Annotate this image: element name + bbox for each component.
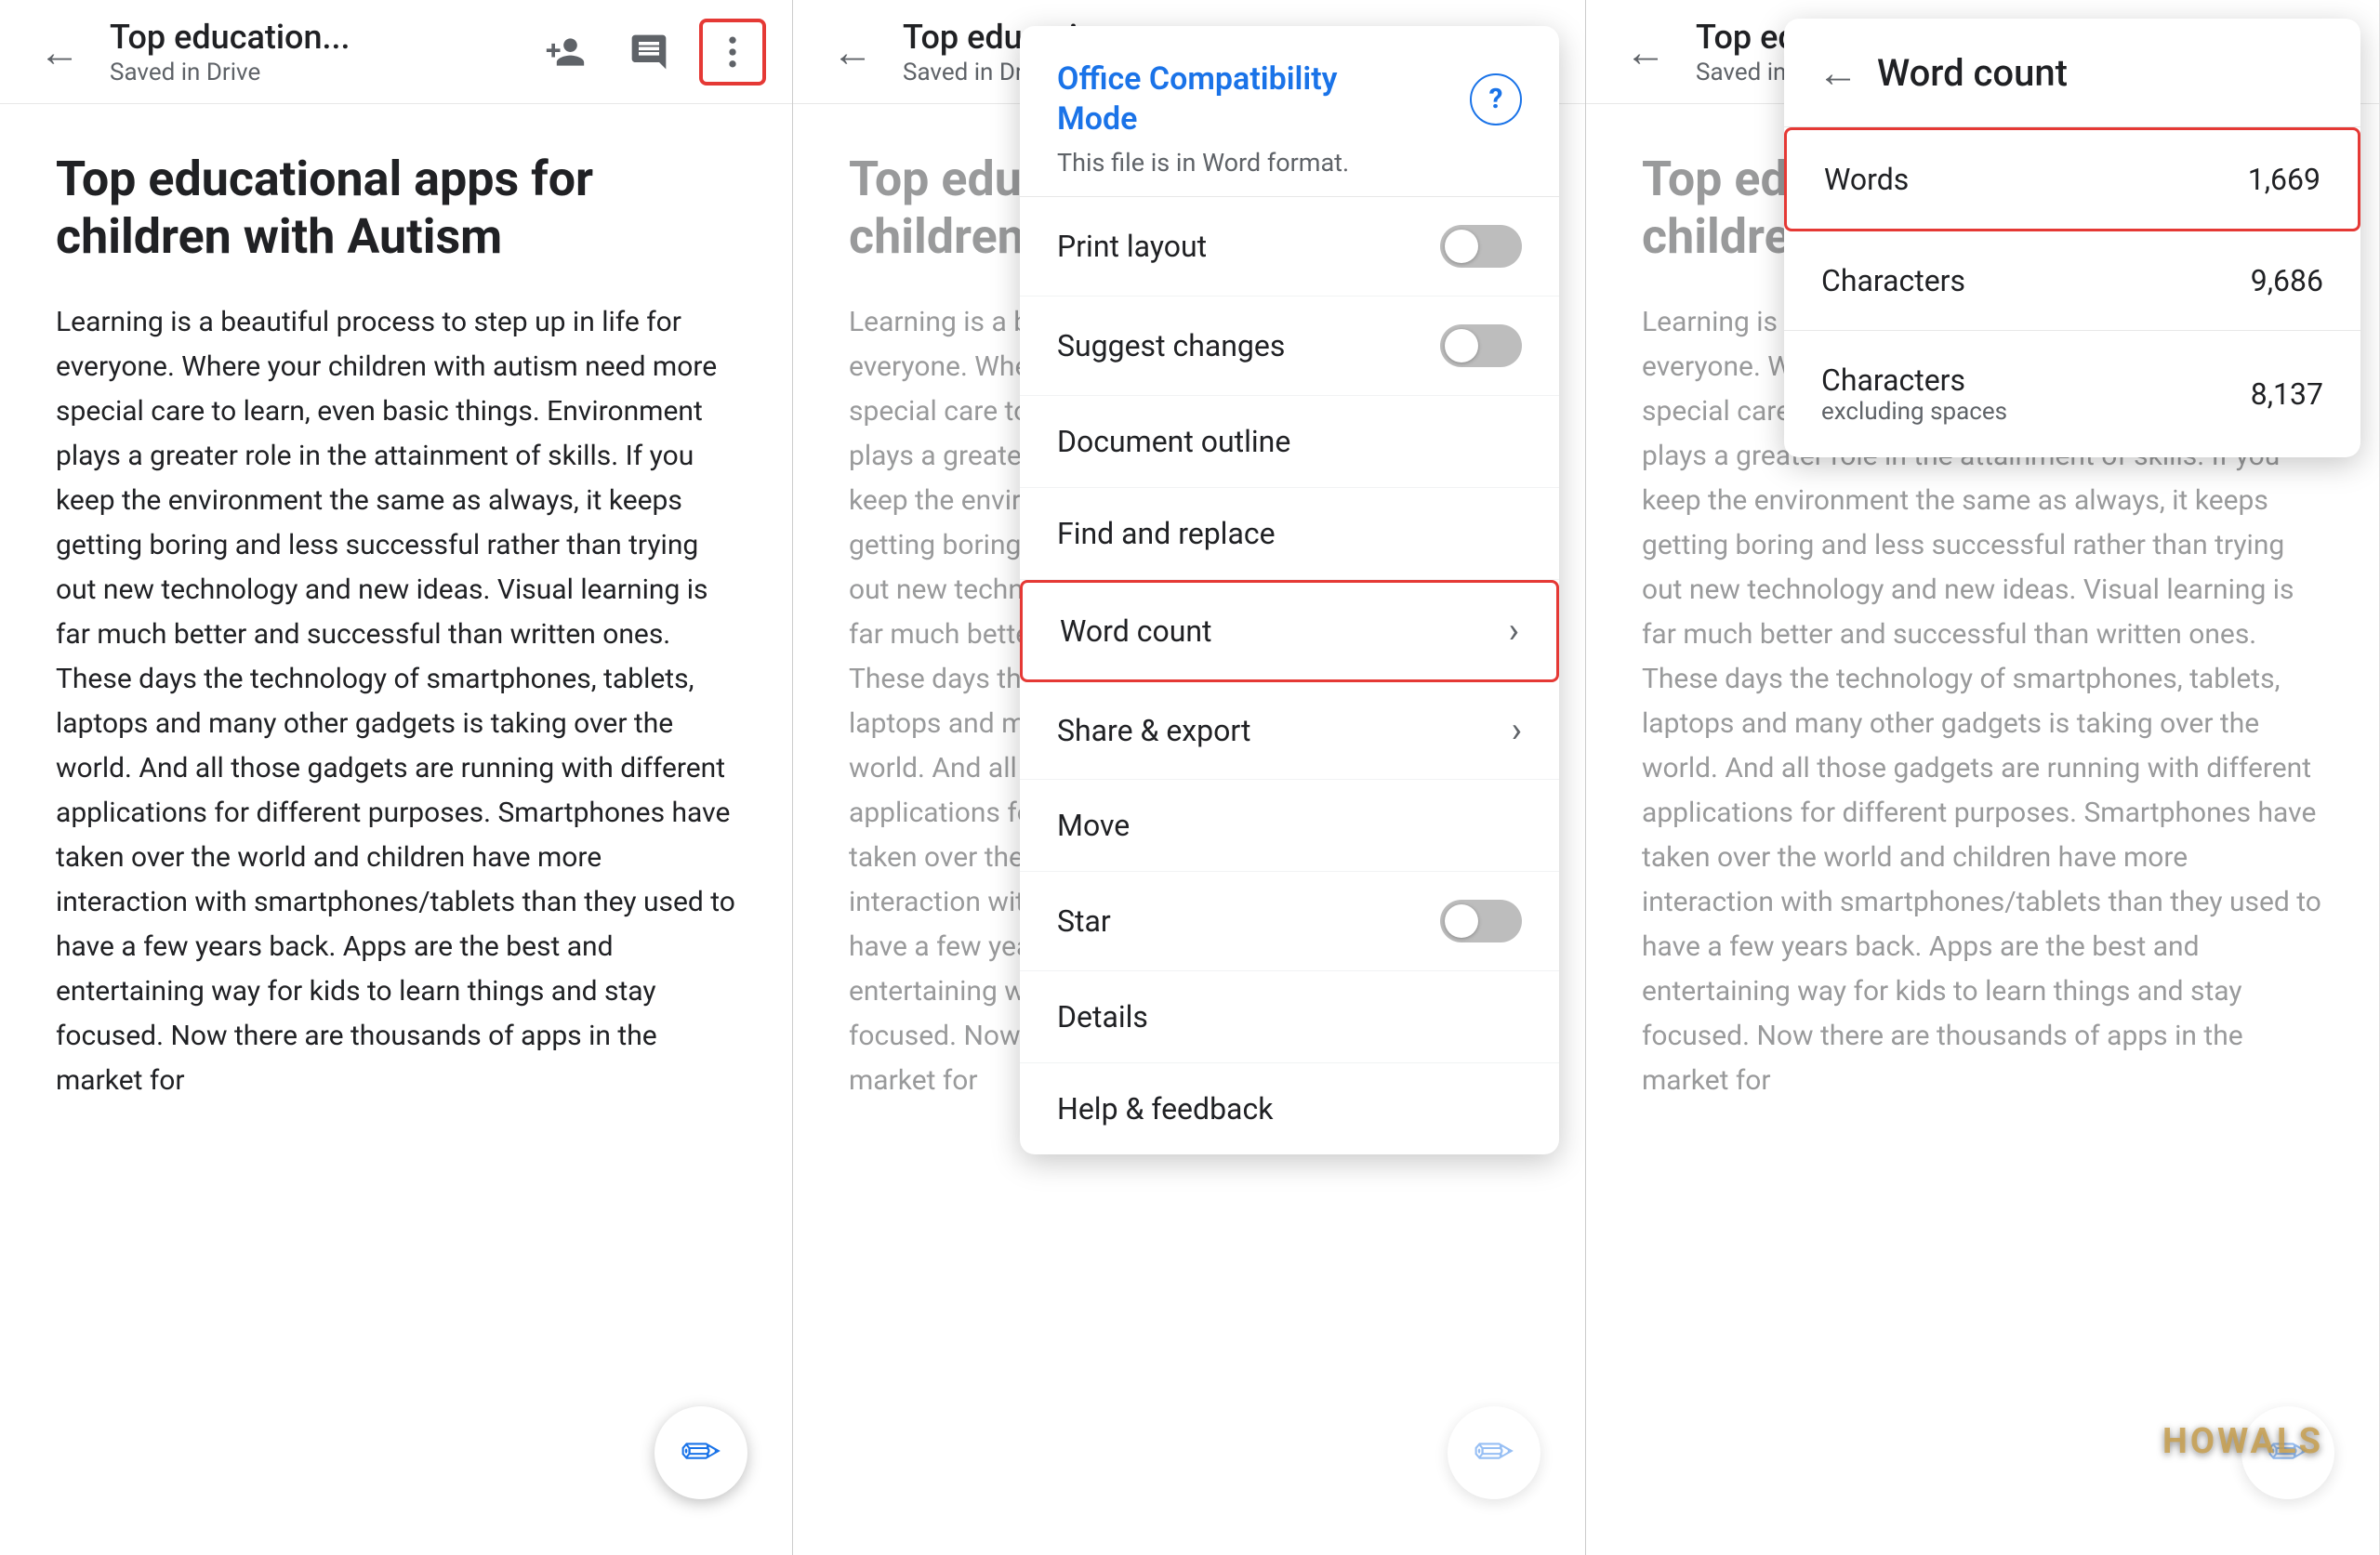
menu-item-label-share-export: Share & export	[1057, 713, 1250, 748]
menu-item-label-word-count: Word count	[1060, 613, 1211, 649]
menu-item-label-details: Details	[1057, 999, 1148, 1034]
menu-header-top: Office CompatibilityMode ?	[1057, 59, 1522, 138]
menu-item-print-layout[interactable]: Print layout	[1020, 197, 1559, 297]
menu-item-help-feedback[interactable]: Help & feedback	[1020, 1063, 1559, 1154]
menu-item-label-help-feedback: Help & feedback	[1057, 1091, 1273, 1127]
fab-edit-3[interactable]: ✏	[2241, 1406, 2334, 1499]
panel-1: ← Top education... Saved in Drive Top ed…	[0, 0, 793, 1555]
wc-header: ← Word count	[1784, 19, 2360, 127]
menu-item-label-print-layout: Print layout	[1057, 229, 1207, 264]
menu-item-details[interactable]: Details	[1020, 971, 1559, 1063]
back-button-1[interactable]: ←	[26, 19, 93, 86]
back-button-3[interactable]: ←	[1612, 19, 1679, 86]
wc-label-words: Words	[1824, 162, 1909, 197]
menu-item-label-move: Move	[1057, 808, 1130, 843]
top-bar-icons-1	[532, 19, 766, 86]
title-block-1: Top education... Saved in Drive	[110, 18, 515, 86]
menu-header-title: Office CompatibilityMode	[1057, 59, 1338, 138]
top-bar-1: ← Top education... Saved in Drive	[0, 0, 792, 104]
back-button-2[interactable]: ←	[819, 19, 886, 86]
wc-title: Word count	[1877, 51, 2068, 95]
wc-sublabel-excluding-spaces: excluding spaces	[1821, 398, 2007, 426]
wc-label-words-text: Words	[1824, 162, 1909, 197]
toggle-knob-suggest	[1445, 329, 1478, 362]
word-count-panel: ← Word count Words 1,669 Characters 9,68…	[1784, 19, 2360, 457]
wc-row-words: Words 1,669	[1784, 127, 2360, 231]
menu-item-label-find-replace: Find and replace	[1057, 516, 1276, 551]
toggle-knob-star	[1445, 904, 1478, 938]
fab-edit-1[interactable]: ✏	[654, 1406, 747, 1499]
doc-subtitle-1: Saved in Drive	[110, 59, 515, 86]
wc-back-button[interactable]: ←	[1818, 48, 1858, 97]
menu-item-label-document-outline: Document outline	[1057, 424, 1290, 459]
menu-header-desc: This file is in Word format.	[1057, 148, 1522, 178]
menu-item-word-count[interactable]: Word count ›	[1020, 580, 1559, 682]
chevron-right-icon-word-count: ›	[1509, 611, 1519, 652]
doc-body-1: Learning is a beautiful process to step …	[56, 300, 736, 1103]
doc-main-title-1: Top educational apps for children with A…	[56, 151, 736, 267]
menu-item-find-replace[interactable]: Find and replace	[1020, 488, 1559, 580]
wc-row-characters: Characters 9,686	[1784, 231, 2360, 331]
wc-value-characters-nospace: 8,137	[2251, 376, 2323, 412]
menu-item-move[interactable]: Move	[1020, 780, 1559, 872]
doc-content-1: Top educational apps for children with A…	[0, 104, 792, 1150]
toggle-star[interactable]	[1440, 900, 1522, 942]
menu-item-label-suggest-changes: Suggest changes	[1057, 328, 1285, 363]
menu-item-star[interactable]: Star	[1020, 872, 1559, 971]
doc-title-1: Top education...	[110, 18, 515, 57]
chevron-right-icon-share: ›	[1512, 710, 1522, 751]
wc-value-words: 1,669	[2248, 162, 2320, 197]
comment-icon[interactable]	[615, 19, 682, 86]
toggle-knob-print-layout	[1445, 230, 1478, 263]
menu-item-label-star: Star	[1057, 903, 1111, 939]
fab-edit-2[interactable]: ✏	[1448, 1406, 1540, 1499]
panel-2: ← Top education... Saved in Drive Top ed…	[793, 0, 1586, 1555]
toggle-print-layout[interactable]	[1440, 225, 1522, 268]
wc-label-characters-text: Characters	[1821, 263, 1965, 298]
wc-label-characters: Characters	[1821, 263, 1965, 298]
panel-3: ← Top education... Saved in Drive Top ed…	[1586, 0, 2379, 1555]
dropdown-menu: Office CompatibilityMode ? This file is …	[1020, 26, 1559, 1154]
wc-label-characters-nospace: Characters excluding spaces	[1821, 362, 2007, 426]
add-person-icon[interactable]	[532, 19, 599, 86]
help-circle-icon[interactable]: ?	[1470, 73, 1522, 125]
three-dot-button[interactable]	[699, 19, 766, 86]
toggle-suggest-changes[interactable]	[1440, 324, 1522, 367]
menu-header: Office CompatibilityMode ? This file is …	[1020, 26, 1559, 197]
wc-value-characters: 9,686	[2251, 263, 2323, 298]
wc-row-characters-nospace: Characters excluding spaces 8,137	[1784, 331, 2360, 457]
menu-item-share-export[interactable]: Share & export ›	[1020, 682, 1559, 780]
menu-item-suggest-changes[interactable]: Suggest changes	[1020, 297, 1559, 396]
wc-label-characters-nospace-text: Characters	[1821, 362, 2007, 398]
menu-item-document-outline[interactable]: Document outline	[1020, 396, 1559, 488]
